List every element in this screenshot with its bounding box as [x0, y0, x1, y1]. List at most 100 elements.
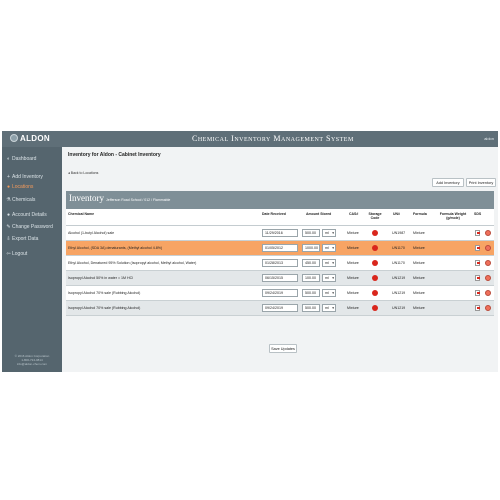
storage-code-dot [372, 275, 378, 281]
dashboard-icon: ◐ [6, 156, 11, 162]
col-cas: CAS# [349, 212, 359, 216]
sds-document-icon[interactable] [475, 290, 480, 296]
table-row[interactable]: Isopropyl Alcohol 50% in water = 1M HCl … [66, 271, 494, 286]
table-row[interactable]: Ethyl Alcohol, (SDA 3A) denaturants, (Me… [66, 241, 494, 256]
chemical-name: Alcohol (1-butyl Alcohol) sale [68, 231, 115, 235]
sidebar-item-logout[interactable]: ⇦Logout [6, 251, 27, 257]
storage-code-dot [372, 305, 378, 311]
date-received-input[interactable]: 09/24/2019 [262, 304, 298, 312]
unit-select[interactable]: ml [322, 259, 336, 267]
brand-name: ALDON [20, 134, 50, 143]
sidebar-item-label: Export Data [12, 236, 39, 242]
formula-value: Mixture [413, 276, 425, 280]
un-value: UN1170 [392, 246, 405, 250]
print-inventory-button[interactable]: Print Inventory [466, 178, 496, 187]
col-storage-code: Storage Code [368, 212, 382, 220]
chemical-name: Ethyl Alcohol, (SDA 3A) denaturants, (Me… [68, 246, 163, 250]
delete-icon[interactable] [485, 245, 491, 251]
table-row[interactable]: Isopropyl Alcohol 70% sale (Rubbing Alco… [66, 286, 494, 301]
amount-input[interactable]: 100.00 [302, 274, 320, 282]
date-received-input[interactable]: 09/24/2019 [262, 289, 298, 297]
cas-value: Mixture [347, 306, 359, 310]
table-row[interactable]: Isopropyl Alcohol 70% sale (Rubbing Alco… [66, 301, 494, 316]
logout-icon: ⇦ [6, 251, 11, 257]
sidebar-item-add-inventory[interactable]: + Add Inventory [6, 174, 43, 180]
page-title: Inventory for Aldon - Cabinet Inventory [68, 152, 161, 158]
save-updates-button[interactable]: Save Updates [269, 344, 297, 353]
cas-value: Mixture [347, 291, 359, 295]
sds-document-icon[interactable] [475, 275, 480, 281]
sidebar-item-dashboard[interactable]: ◐ Dashboard [6, 156, 36, 162]
sidebar-item-label: Add Inventory [12, 174, 43, 180]
storage-code-dot [372, 260, 378, 266]
un-value: UN1219 [392, 276, 406, 280]
sidebar-footer: © 2016 Aldon Corporation 1-800-724-0814 … [2, 354, 62, 366]
cas-value: Mixture [347, 276, 359, 280]
sidebar-item-label: Account Details [12, 212, 47, 218]
plus-icon: + [7, 174, 10, 180]
inventory-table: Chemical Name Date Received Amount Store… [66, 209, 494, 316]
footer-email: info@aldon-chem.com [16, 362, 48, 366]
sidebar-item-export-data[interactable]: ⇩Export Data [6, 236, 38, 242]
delete-icon[interactable] [485, 275, 491, 281]
export-icon: ⇩ [6, 236, 11, 242]
sds-document-icon[interactable] [475, 230, 480, 236]
flask-icon: ⚗ [6, 197, 11, 203]
brand[interactable]: ALDON [10, 134, 50, 143]
sidebar-item-chemicals[interactable]: ⚗Chemicals [6, 197, 35, 203]
col-date-received: Date Received [262, 212, 286, 216]
date-received-input[interactable]: 01/05/2012 [262, 244, 298, 252]
sidebar-item-account-details[interactable]: ● Account Details [6, 212, 47, 218]
amount-input[interactable]: 1000.00 [302, 244, 320, 252]
sidebar-item-locations[interactable]: ● Locations [6, 184, 33, 190]
location-icon: ● [6, 184, 11, 190]
delete-icon[interactable] [485, 260, 491, 266]
formula-value: Mixture [413, 231, 425, 235]
col-formula: Formula [413, 212, 427, 216]
sidebar-item-change-password[interactable]: ✎Change Password [6, 224, 53, 230]
unit-select[interactable]: ml [322, 244, 336, 252]
cas-value: Mixture [347, 246, 359, 250]
top-bar: ALDON Chemical Inventory Management Syst… [2, 131, 498, 147]
date-received-input[interactable]: 06/15/2015 [262, 274, 298, 282]
sds-document-icon[interactable] [475, 305, 480, 311]
formula-value: Mixture [413, 306, 425, 310]
inventory-subtitle: Jefferson Road School / 012 / Flammable [106, 198, 171, 202]
date-received-input[interactable]: 01/28/2013 [262, 259, 298, 267]
sidebar-item-label: Dashboard [12, 156, 37, 162]
inventory-header: Inventory Jefferson Road School / 012 / … [66, 191, 494, 209]
sidebar-item-label: Change Password [12, 224, 53, 230]
sds-document-icon[interactable] [475, 260, 480, 266]
formula-value: Mixture [413, 261, 425, 265]
un-value: UN1170 [392, 261, 405, 265]
user-icon: ● [6, 212, 11, 218]
unit-select[interactable]: ml [322, 289, 336, 297]
unit-select[interactable]: ml [322, 304, 336, 312]
amount-input[interactable]: 450.00 [302, 259, 320, 267]
cas-value: Mixture [347, 261, 359, 265]
col-sds: SDS [474, 212, 482, 216]
delete-icon[interactable] [485, 305, 491, 311]
amount-input[interactable]: 500.00 [302, 289, 320, 297]
table-row[interactable]: Alcohol (1-butyl Alcohol) sale 11/29/201… [66, 226, 494, 241]
col-amount-stored: Amount Stored [306, 212, 332, 216]
user-menu[interactable]: aldon [484, 136, 494, 141]
delete-icon[interactable] [485, 230, 491, 236]
amount-input[interactable]: 500.00 [302, 229, 320, 237]
unit-select[interactable]: ml [322, 274, 336, 282]
add-inventory-button[interactable]: Add Inventory [432, 178, 464, 187]
col-formula-weight: Formula Weight (g/mole) [439, 212, 467, 220]
cas-value: Mixture [347, 231, 359, 235]
table-header: Chemical Name Date Received Amount Store… [66, 209, 494, 226]
back-to-locations-link[interactable]: ◂ Back to Locations [68, 171, 98, 175]
sds-document-icon[interactable] [475, 245, 480, 251]
unit-select[interactable]: ml [322, 229, 336, 237]
delete-icon[interactable] [485, 290, 491, 296]
amount-input[interactable]: 500.00 [302, 304, 320, 312]
main-content: Inventory for Aldon - Cabinet Inventory … [62, 147, 498, 372]
storage-code-dot [372, 290, 378, 296]
date-received-input[interactable]: 11/29/2016 [262, 229, 298, 237]
app-window: ALDON Chemical Inventory Management Syst… [2, 131, 498, 372]
col-un: UN# [393, 212, 401, 216]
table-row[interactable]: Ethyl Alcohol, Denatured 95% Solution (I… [66, 256, 494, 271]
